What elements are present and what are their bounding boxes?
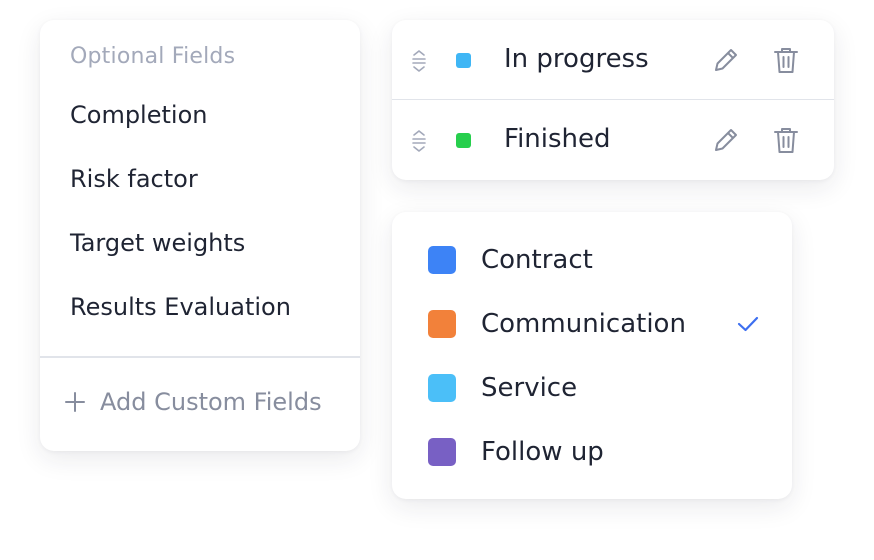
category-label: Contract (481, 245, 593, 275)
field-item-risk-factor[interactable]: Risk factor (70, 162, 198, 196)
category-color-swatch (428, 246, 456, 274)
drag-handle-icon[interactable] (410, 128, 428, 154)
fields-divider (40, 356, 360, 358)
trash-icon[interactable] (770, 44, 802, 76)
category-dropdown: Contract Communication Service Follow up (392, 212, 792, 499)
status-list-panel: In progress Finished (392, 20, 834, 180)
field-item-target-weights[interactable]: Target weights (70, 226, 245, 260)
field-item-completion[interactable]: Completion (70, 98, 207, 132)
category-color-swatch (428, 310, 456, 338)
status-row: Finished (392, 99, 834, 179)
category-color-swatch (428, 438, 456, 466)
status-label: In progress (504, 44, 649, 74)
status-label: Finished (504, 124, 611, 154)
category-option-contract[interactable]: Contract (428, 240, 768, 280)
status-row: In progress (392, 20, 834, 99)
plus-icon (65, 392, 85, 412)
category-label: Follow up (481, 437, 604, 467)
optional-fields-panel: Optional Fields Completion Risk factor T… (40, 20, 360, 451)
category-label: Communication (481, 309, 686, 339)
status-color-dot (456, 53, 471, 68)
category-option-follow-up[interactable]: Follow up (428, 432, 768, 472)
drag-handle-icon[interactable] (410, 48, 428, 74)
add-custom-fields-button[interactable]: Add Custom Fields (62, 384, 322, 420)
status-color-dot (456, 133, 471, 148)
category-label: Service (481, 373, 578, 403)
trash-icon[interactable] (770, 124, 802, 156)
pencil-icon[interactable] (710, 44, 742, 76)
add-custom-fields-label: Add Custom Fields (100, 388, 322, 416)
field-item-results-evaluation[interactable]: Results Evaluation (70, 290, 291, 324)
category-option-service[interactable]: Service (428, 368, 768, 408)
optional-fields-title: Optional Fields (70, 44, 236, 69)
checkmark-icon (737, 316, 759, 332)
category-color-swatch (428, 374, 456, 402)
category-option-communication[interactable]: Communication (428, 304, 768, 344)
pencil-icon[interactable] (710, 124, 742, 156)
